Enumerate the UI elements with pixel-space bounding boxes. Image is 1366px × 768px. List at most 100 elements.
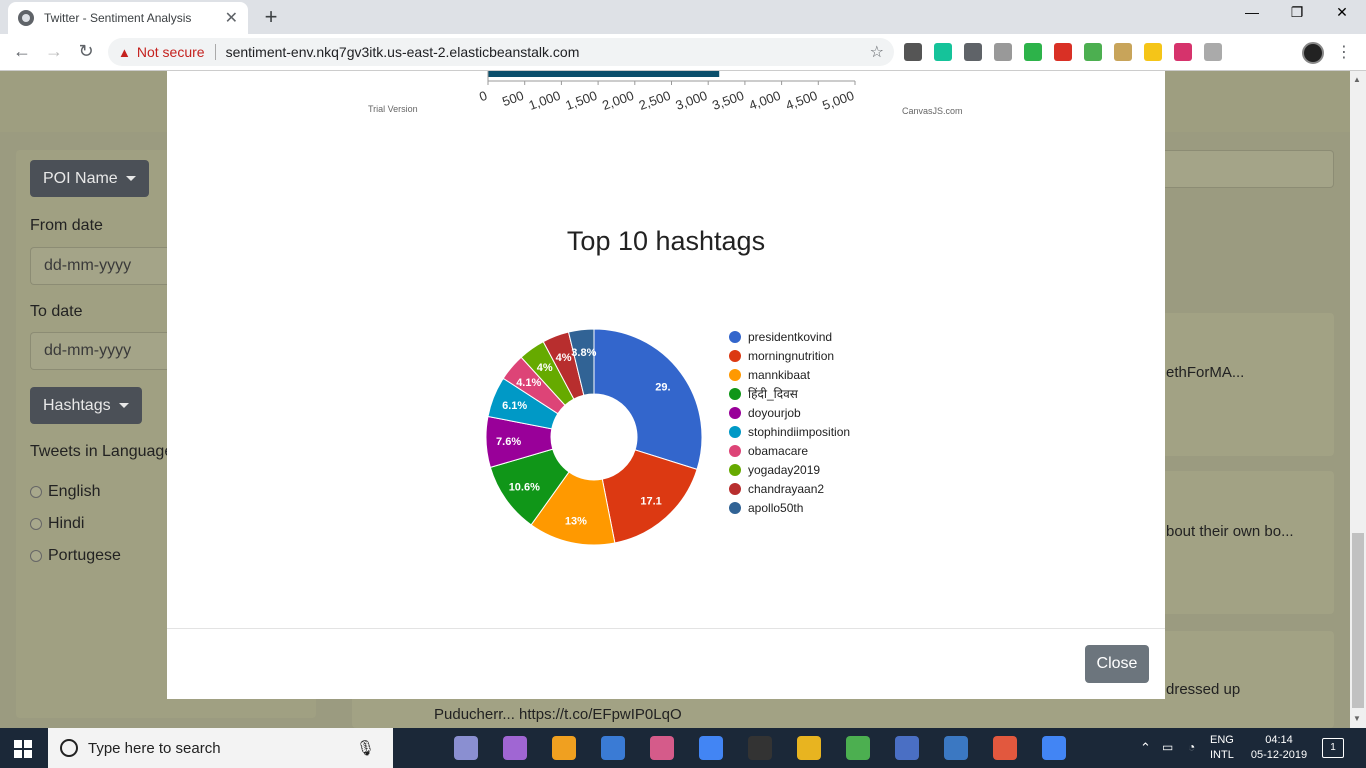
new-tab-button[interactable]: + [258,4,284,30]
pie-slice-label: 6.1% [502,400,527,412]
pie-slice-label: 4% [556,352,572,364]
pie-slice-label: 17.1 [640,496,661,508]
taskbar-app-icon[interactable] [846,736,870,760]
legend-swatch [729,444,741,457]
legend-swatch [729,349,741,362]
taskbar-app-icon[interactable] [601,736,625,760]
legend-item[interactable]: chandrayaan2 [729,479,850,498]
taskbar-app-icon[interactable] [552,736,576,760]
back-button[interactable]: ← [10,41,34,62]
radio-icon [30,486,42,498]
clock[interactable]: 04:14 05-12-2019 [1248,733,1310,763]
legend-swatch [729,368,741,381]
battery-icon[interactable]: ▭ [1162,740,1173,755]
wifi-icon[interactable]: ◔ [1188,740,1195,755]
extension-icon[interactable] [1054,43,1072,61]
close-button[interactable]: Close [1085,645,1149,683]
legend-item[interactable]: morningnutrition [729,346,850,365]
address-bar[interactable]: ▲ Not secure sentiment-env.nkq7gv3itk.us… [108,38,894,66]
taskbar-app-icon[interactable] [650,736,674,760]
bar-category-label: AmitShah [413,71,461,74]
extension-icon[interactable] [934,43,952,61]
taskbar-app-icon[interactable] [699,736,723,760]
notification-icon[interactable]: 1 [1322,738,1344,758]
browser-tab[interactable]: Twitter - Sentiment Analysis ✕ [8,2,248,34]
bookmark-star-icon[interactable]: ☆ [870,42,884,62]
hashtags-dropdown[interactable]: Hashtags [30,387,142,424]
legend-item[interactable]: apollo50th [729,498,850,517]
radio-label: English [48,483,101,500]
taskbar-app-icon[interactable] [895,736,919,760]
extension-icon[interactable] [1174,43,1192,61]
taskbar-app-icon[interactable] [944,736,968,760]
to-date-input[interactable]: dd-mm-yyyy [30,332,180,370]
cortana-icon [60,739,78,757]
radio-hindi[interactable]: Hindi [30,515,84,533]
forward-button[interactable]: → [42,41,66,62]
scroll-up-icon[interactable]: ▲ [1353,75,1361,84]
profile-avatar[interactable] [1302,42,1324,64]
taskbar-app-icon[interactable] [748,736,772,760]
input-language[interactable]: ENG INTL [1210,733,1234,763]
extension-icon[interactable] [1084,43,1102,61]
legend-item[interactable]: stophindiimposition [729,422,850,441]
pie-slice-label: 4.1% [516,377,541,389]
window-close-button[interactable]: ✕ [1322,4,1362,21]
microphone-icon[interactable]: 🎙 [356,739,375,757]
legend-item[interactable]: mannkibaat [729,365,850,384]
bar-mark [488,71,720,77]
tab-strip: Twitter - Sentiment Analysis ✕ + — ❐ ✕ [0,0,1366,34]
tab-close-icon[interactable]: ✕ [225,8,238,28]
radio-portugese[interactable]: Portugese [30,547,121,565]
legend-item[interactable]: doyourjob [729,403,850,422]
legend-label: हिंदी_दिवस [748,387,798,401]
extension-icon[interactable] [994,43,1012,61]
radio-icon [30,518,42,530]
legend-swatch [729,425,741,438]
legend-swatch [729,482,741,495]
maximize-button[interactable]: ❐ [1277,4,1317,21]
reload-button[interactable]: ↻ [74,41,98,62]
radio-label: Hindi [48,515,85,532]
tweet-card [1160,471,1334,614]
not-secure-label[interactable]: Not secure [137,44,205,60]
windows-start-icon[interactable] [14,740,32,758]
scrollbar-thumb[interactable] [1352,533,1364,708]
legend-item[interactable]: yogaday2019 [729,460,850,479]
legend-label: chandrayaan2 [748,481,825,496]
taskbar-app-icon[interactable] [454,736,478,760]
taskbar-app-icon[interactable] [797,736,821,760]
tray-chevron-icon[interactable]: ⌃ [1140,740,1151,755]
radio-english[interactable]: English [30,483,100,501]
legend-item[interactable]: presidentkovind [729,327,850,346]
legend-item[interactable]: हिंदी_दिवस [729,384,850,403]
scroll-down-icon[interactable]: ▼ [1353,714,1361,723]
url-text[interactable]: sentiment-env.nkq7gv3itk.us-east-2.elast… [226,44,870,60]
from-date-input[interactable]: dd-mm-yyyy [30,247,180,285]
taskbar-app-icon[interactable] [503,736,527,760]
extension-icon[interactable] [1114,43,1132,61]
page-scrollbar[interactable]: ▲ ▼ [1350,71,1366,728]
x-tick-label: 500 [500,88,526,110]
tweet-snippet[interactable]: Puducherr... https://t.co/EFpwIP0LqO [434,706,682,723]
extension-icon[interactable] [1024,43,1042,61]
minimize-button[interactable]: — [1232,4,1272,20]
extension-icon[interactable] [964,43,982,61]
poi-name-dropdown[interactable]: POI Name [30,160,149,197]
taskbar-app-icon[interactable] [993,736,1017,760]
lang-top: ENG [1210,734,1234,746]
browser-menu-icon[interactable]: ⋮ [1336,42,1352,62]
extension-icon[interactable] [1144,43,1162,61]
tweet-card [1160,313,1334,456]
legend-swatch [729,387,741,400]
modal-footer: Close [167,628,1165,699]
legend-item[interactable]: obamacare [729,441,850,460]
pie-slice-label: 7.6% [496,436,521,448]
taskbar-search[interactable]: Type here to search 🎙 [48,728,393,768]
taskbar-app-icon[interactable] [1042,736,1066,760]
extension-icon[interactable] [1204,43,1222,61]
x-tick-label: 0 [477,88,489,105]
from-date-label: From date [30,217,103,234]
extension-icon[interactable] [904,43,922,61]
search-input[interactable] [1160,150,1334,188]
